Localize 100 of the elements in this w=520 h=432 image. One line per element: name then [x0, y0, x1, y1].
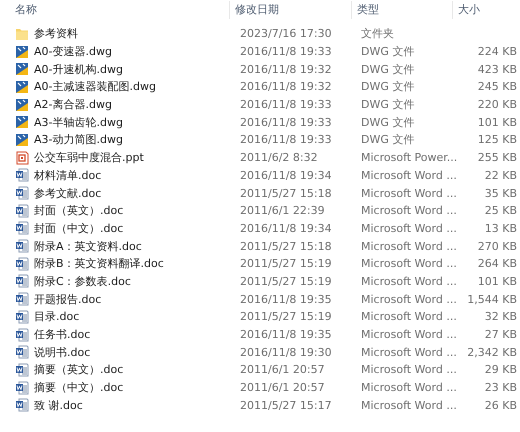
modified-date: 2016/11/8 19:32 — [239, 62, 333, 76]
column-header[interactable]: 名称 — [10, 1, 229, 19]
file-size: 25 KB — [484, 204, 517, 218]
file-name[interactable]: 参考资料 — [34, 26, 78, 42]
drawing-file-icon — [15, 80, 29, 94]
modified-date: 2016/11/8 19:32 — [239, 80, 333, 94]
file-size: 264 KB — [476, 257, 517, 270]
modified-date: 2016/11/8 19:34 — [239, 222, 333, 235]
file-type: Microsoft Word ... — [360, 168, 456, 182]
file-size: 35 KB — [484, 186, 517, 200]
document-file-icon — [15, 239, 29, 254]
file-type: 文件夹 — [360, 26, 395, 42]
file-name[interactable]: 摘要（英文）.doc — [34, 362, 124, 378]
file-size: 423 KB — [476, 62, 517, 76]
file-name[interactable]: A0-升速机构.dwg — [34, 62, 123, 77]
drawing-file-icon — [15, 98, 29, 112]
file-size: 224 KB — [476, 45, 517, 58]
file-name[interactable]: A3-动力简图.dwg — [34, 132, 123, 148]
modified-date: 2011/5/27 15:18 — [239, 186, 333, 200]
drawing-file-icon — [15, 132, 29, 147]
column-header[interactable]: 大小 — [452, 1, 512, 19]
document-file-icon — [15, 398, 29, 412]
presentation-file-icon — [15, 150, 29, 165]
file-name[interactable]: 任务书.doc — [34, 327, 90, 342]
file-type: DWG 文件 — [360, 79, 416, 94]
file-size: 32 KB — [484, 310, 517, 324]
file-type: Microsoft Word ... — [360, 292, 456, 306]
modified-date: 2016/11/8 19:33 — [239, 116, 333, 129]
file-size: 101 KB — [476, 274, 517, 288]
folder-icon — [15, 26, 29, 41]
document-file-icon — [15, 328, 29, 342]
modified-date: 2016/11/8 19:34 — [239, 168, 333, 182]
modified-date: 2011/6/1 20:57 — [239, 381, 326, 394]
modified-date: 2023/7/16 17:30 — [239, 27, 333, 40]
document-file-icon — [15, 380, 29, 395]
file-name[interactable]: 材料清单.doc — [34, 168, 102, 183]
file-size: 2,342 KB — [466, 346, 517, 359]
file-type: Microsoft Word ... — [360, 240, 456, 253]
document-file-icon — [15, 362, 29, 377]
file-name[interactable]: A3-半轴齿轮.dwg — [34, 114, 123, 130]
modified-date: 2016/11/8 19:35 — [239, 328, 333, 342]
file-name[interactable]: 附录B：英文资料翻译.doc — [34, 256, 164, 272]
file-type: Microsoft Word ... — [360, 274, 456, 288]
drawing-file-icon — [15, 62, 29, 76]
file-size: 27 KB — [484, 328, 517, 342]
file-type: Microsoft Word ... — [360, 222, 456, 235]
file-type: Microsoft Word ... — [360, 328, 456, 342]
drawing-file-icon — [15, 115, 29, 130]
file-size: 29 KB — [484, 363, 517, 376]
file-size: 22 KB — [484, 168, 517, 182]
file-type: DWG 文件 — [360, 44, 416, 60]
modified-date: 2011/5/27 15:19 — [239, 274, 333, 288]
file-type: Microsoft Power... — [360, 151, 456, 164]
document-file-icon — [15, 274, 29, 288]
modified-date: 2016/11/8 19:33 — [239, 133, 333, 146]
file-type: Microsoft Word ... — [360, 204, 456, 218]
file-name[interactable]: 封面（中文）.doc — [34, 220, 124, 236]
file-type: Microsoft Word ... — [360, 257, 456, 270]
file-type: Microsoft Word ... — [360, 186, 456, 200]
file-name[interactable]: 参考文献.doc — [34, 186, 102, 201]
modified-date: 2011/5/27 15:17 — [239, 398, 333, 412]
modified-date: 2011/6/2 8:32 — [239, 151, 319, 164]
column-header[interactable]: 修改日期 — [229, 1, 351, 19]
file-name[interactable]: 说明书.doc — [34, 344, 90, 360]
file-size: 270 KB — [476, 240, 517, 253]
modified-date: 2011/5/27 15:19 — [239, 310, 333, 324]
document-file-icon — [15, 292, 29, 306]
file-size: 125 KB — [476, 133, 517, 146]
file-type: DWG 文件 — [360, 62, 416, 77]
file-size: 26 KB — [484, 398, 517, 412]
file-name[interactable]: A0-变速器.dwg — [34, 44, 112, 60]
file-name[interactable]: A2-离合器.dwg — [34, 97, 112, 112]
modified-date: 2011/6/1 22:39 — [239, 204, 326, 218]
modified-date: 2016/11/8 19:33 — [239, 98, 333, 112]
file-type: Microsoft Word ... — [360, 310, 456, 324]
file-name[interactable]: 附录A：英文资料.doc — [34, 238, 142, 254]
file-type: Microsoft Word ... — [360, 381, 456, 394]
file-type: Microsoft Word ... — [360, 398, 456, 412]
file-name[interactable]: 摘要（中文）.doc — [34, 380, 124, 396]
modified-date: 2011/5/27 15:19 — [239, 257, 333, 270]
file-name[interactable]: 开题报告.doc — [34, 292, 102, 307]
file-name[interactable]: 公交车弱中度混合.ppt — [34, 150, 144, 166]
modified-date: 2016/11/8 19:35 — [239, 292, 333, 306]
modified-date: 2011/5/27 15:18 — [239, 240, 333, 253]
drawing-file-icon — [15, 44, 29, 59]
file-size: 1,544 KB — [466, 292, 517, 306]
file-size: 101 KB — [476, 116, 517, 129]
document-file-icon — [15, 345, 29, 360]
modified-date: 2016/11/8 19:30 — [239, 346, 333, 359]
file-name[interactable]: 目录.doc — [34, 309, 80, 324]
document-file-icon — [15, 204, 29, 218]
file-name[interactable]: 附录C：参数表.doc — [34, 274, 131, 289]
file-name[interactable]: 致 谢.doc — [34, 398, 83, 413]
file-size: 245 KB — [476, 80, 517, 94]
file-name[interactable]: A0-主减速器装配图.dwg — [34, 79, 156, 94]
file-name[interactable]: 封面（英文）.doc — [34, 203, 124, 218]
file-size: 23 KB — [484, 381, 517, 394]
column-header[interactable]: 类型 — [351, 1, 452, 19]
file-type: Microsoft Word ... — [360, 346, 456, 359]
document-file-icon — [15, 310, 29, 324]
